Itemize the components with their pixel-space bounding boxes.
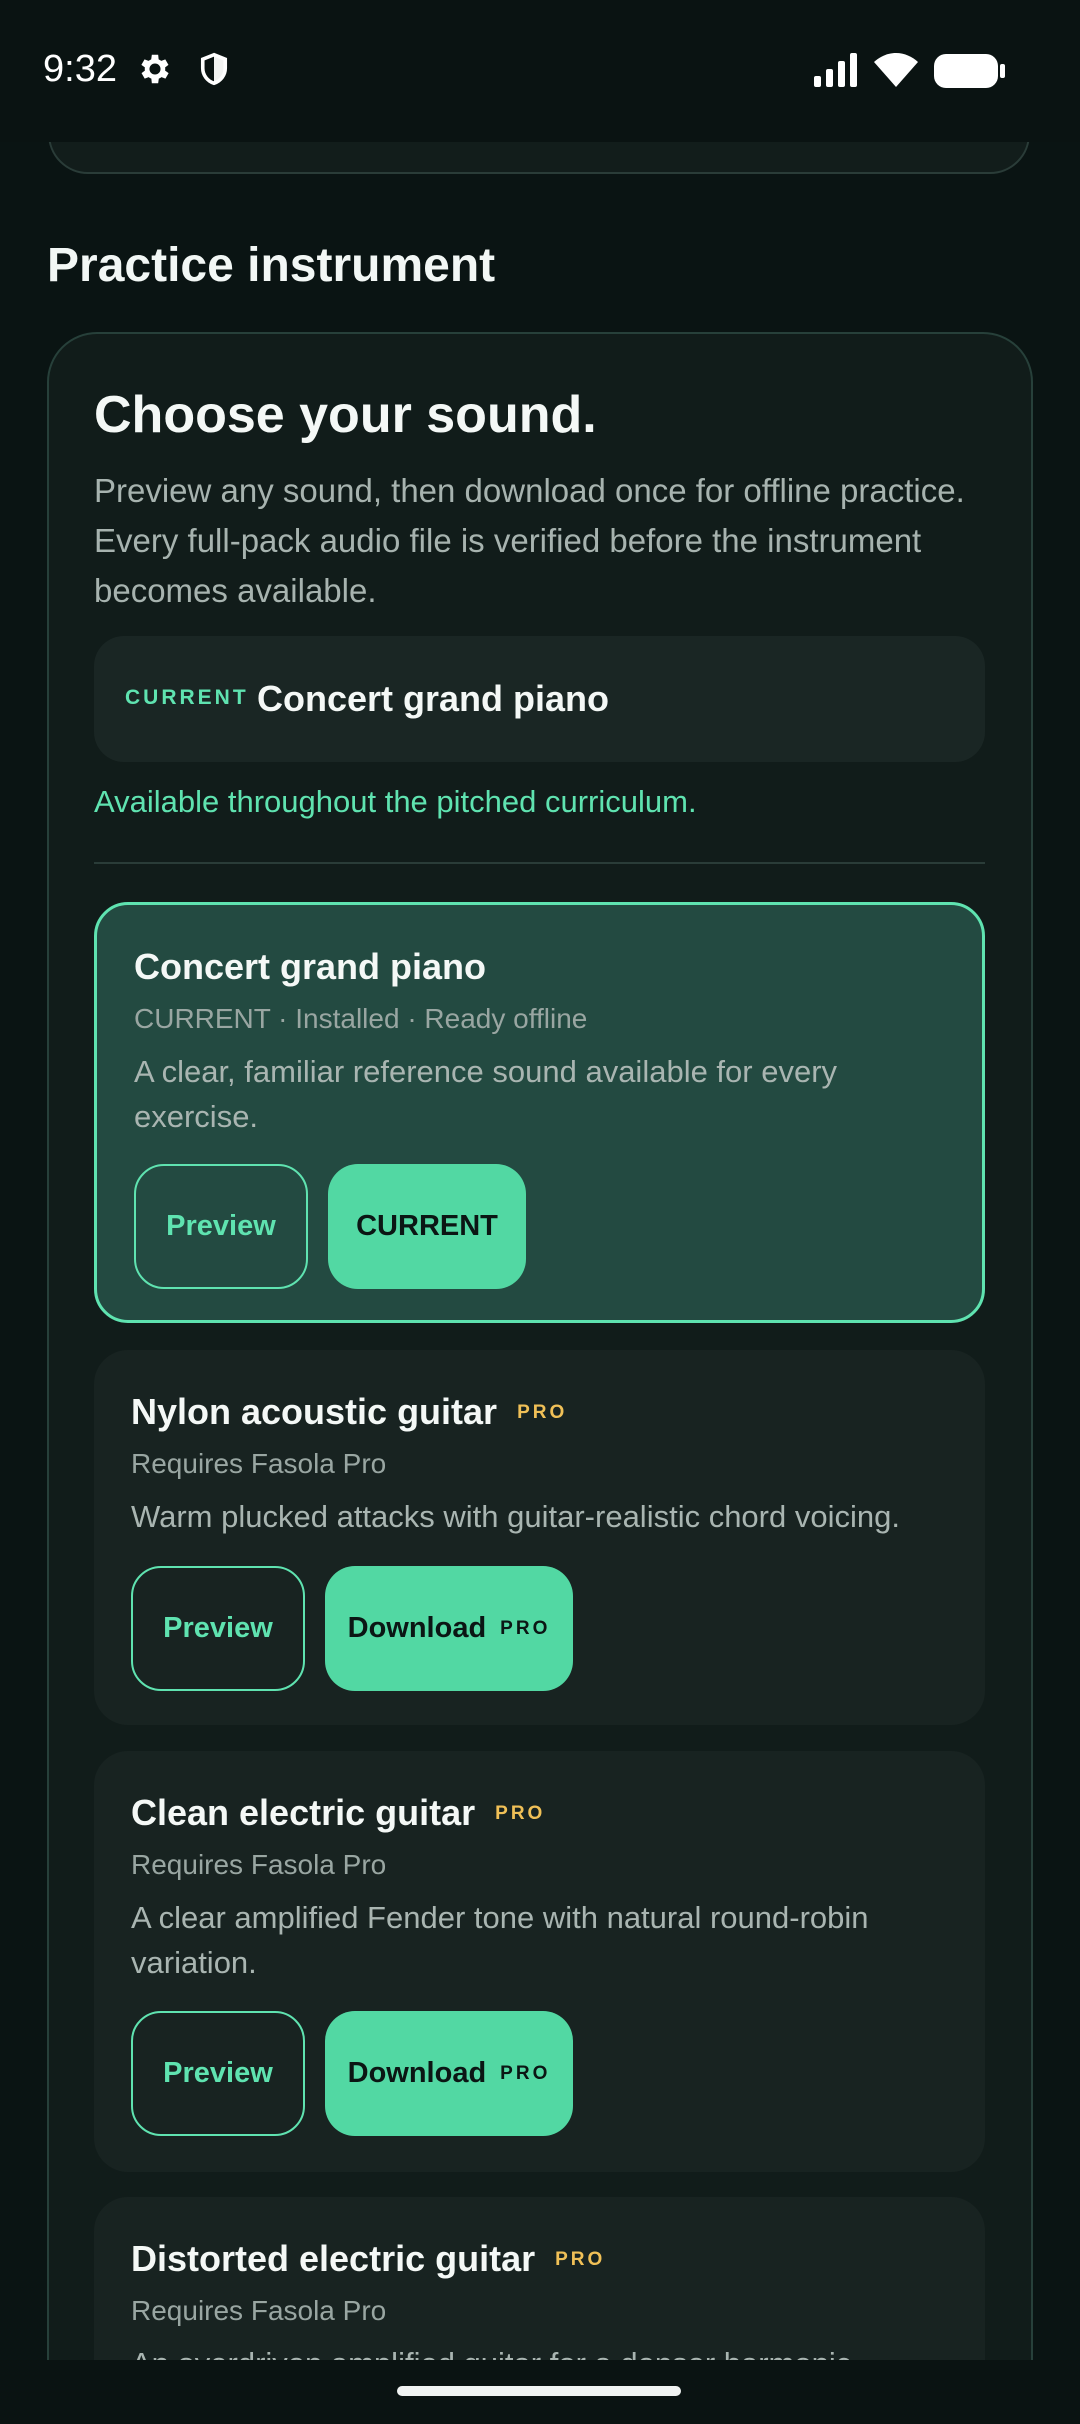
pro-badge: PRO [495,1803,546,1824]
preview-button[interactable]: Preview [134,1164,308,1289]
instrument-card-distorted-electric-guitar[interactable]: Distorted electric guitar PRO Requires Fa… [94,2197,985,2360]
pro-badge: PRO [555,2249,606,2270]
gear-icon [136,50,174,93]
chooser-title: Choose your sound. [94,386,597,444]
pro-badge: PRO [500,1618,551,1639]
instrument-requirement: Requires Fasola Pro [131,1849,387,1880]
instrument-description: A clear, familiar reference sound availa… [134,1054,838,1134]
instrument-requirement: Requires Fasola Pro [131,2295,387,2326]
instrument-name: Concert grand piano [134,946,487,987]
instrument-card-nylon-acoustic-guitar[interactable]: Nylon acoustic guitar PRO Requires Fasola… [94,1350,985,1725]
status-time: 9:32 [43,48,117,90]
preview-button[interactable]: Preview [131,2011,305,2136]
current-button[interactable]: CURRENT [328,1164,526,1289]
divider [94,862,985,864]
wifi-icon [872,52,920,93]
shield-icon [196,50,232,93]
instrument-card-concert-grand-piano[interactable]: Concert grand piano CURRENT · Installed … [94,902,985,1323]
section-title: Practice instrument [47,239,496,292]
current-instrument-summary: CURRENT Concert grand piano [94,636,985,762]
instrument-name: Distorted electric guitar PRO [131,2238,606,2279]
current-tag: CURRENT [125,686,249,709]
instrument-status: CURRENT · Installed · Ready offline [134,1003,588,1034]
instrument-name: Clean electric guitar PRO [131,1792,546,1833]
instrument-description: Warm plucked attacks with guitar-realist… [131,1499,900,1534]
current-instrument-name: Concert grand piano [257,678,610,719]
availability-note: Available throughout the pitched curricu… [94,784,697,819]
battery-icon [934,54,1006,93]
download-button[interactable]: Download PRO [325,2011,573,2136]
instrument-card-clean-electric-guitar[interactable]: Clean electric guitar PRO Requires Fasola… [94,1751,985,2172]
pro-badge: PRO [500,2063,551,2084]
scroll-content[interactable]: Practice instrument Choose your sound. P… [0,0,1080,2360]
status-bar: 9:32 [0,0,1080,142]
preview-button[interactable]: Preview [131,1566,305,1691]
instrument-requirement: Requires Fasola Pro [131,1448,387,1479]
instrument-description: A clear amplified Fender tone with natur… [131,1900,869,1980]
signal-icon [812,52,860,93]
chooser-description: Preview any sound, then download once fo… [94,472,965,609]
download-button[interactable]: Download PRO [325,1566,573,1691]
download-label: Download [347,2057,487,2089]
download-label: Download [347,1612,487,1644]
home-indicator[interactable] [397,2386,681,2396]
instrument-description: An overdriven amplified guitar for a den… [131,2341,951,2360]
instrument-name: Nylon acoustic guitar PRO [131,1391,568,1432]
pro-badge: PRO [517,1402,568,1423]
